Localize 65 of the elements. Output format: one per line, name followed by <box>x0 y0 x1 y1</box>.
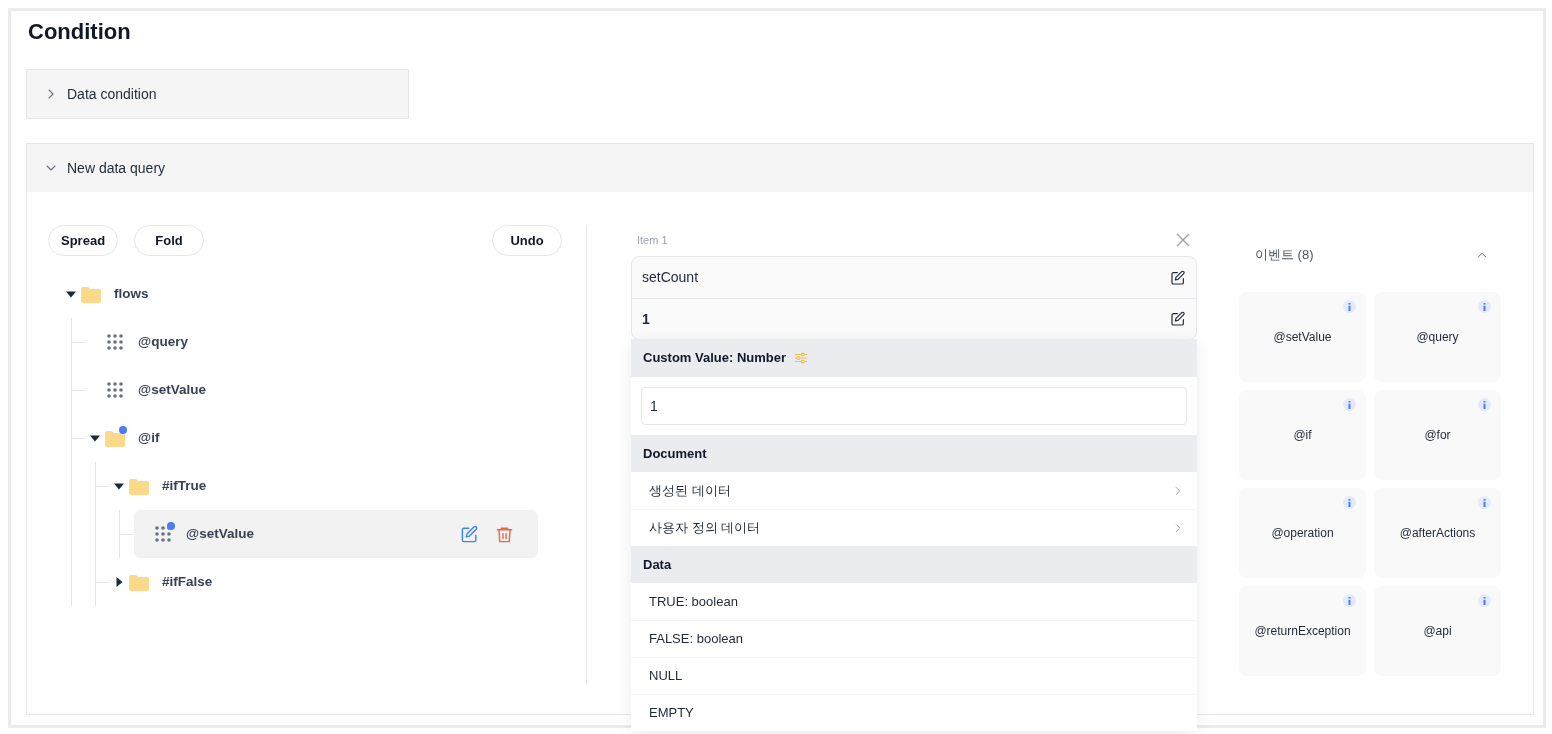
tree-label[interactable]: #ifFalse <box>162 571 213 593</box>
tree-label[interactable]: @query <box>138 331 188 353</box>
item-label: Item 1 <box>637 232 668 248</box>
menu-item[interactable]: FALSE: boolean <box>631 620 1197 657</box>
caret-icon[interactable] <box>66 289 76 299</box>
info-icon[interactable] <box>1343 594 1356 607</box>
drag-handle-icon[interactable] <box>155 526 171 542</box>
info-icon[interactable] <box>1343 496 1356 509</box>
accordion-header[interactable]: Data condition <box>27 70 408 118</box>
caret-icon[interactable] <box>114 577 124 587</box>
trash-icon[interactable] <box>495 524 514 544</box>
page-title: Condition <box>28 18 132 45</box>
section-header: Data <box>643 555 672 574</box>
info-icon[interactable] <box>1478 594 1491 607</box>
info-icon[interactable] <box>1343 300 1356 313</box>
info-icon[interactable] <box>1478 496 1491 509</box>
event-card[interactable]: @operation <box>1239 488 1366 578</box>
events-title: 이벤트 (8) <box>1255 246 1314 265</box>
tree-label[interactable]: #ifTrue <box>162 475 207 497</box>
field-value[interactable]: 1 <box>642 308 650 330</box>
toolbar-button[interactable]: Fold <box>134 225 205 256</box>
info-icon[interactable] <box>1478 398 1491 411</box>
tree-label[interactable]: @if <box>138 427 160 449</box>
folder-icon <box>105 429 125 447</box>
tree-label[interactable]: flows <box>114 283 149 305</box>
tree-row[interactable]: @if <box>86 414 538 462</box>
undo-button[interactable]: Undo <box>492 225 562 256</box>
event-card[interactable]: @if <box>1239 390 1366 480</box>
tree-row[interactable]: #ifTrue <box>110 462 538 510</box>
close-icon[interactable] <box>1175 232 1191 248</box>
tree-row[interactable]: flows <box>62 270 538 318</box>
tree-row[interactable]: @setValue <box>134 510 538 558</box>
folder-icon <box>129 477 149 495</box>
event-card[interactable]: @afterActions <box>1374 488 1501 578</box>
accordion-header[interactable]: New data query <box>27 144 1533 192</box>
field-value[interactable]: setCount <box>642 267 699 288</box>
menu-item[interactable]: NULL <box>631 657 1197 694</box>
caret-icon[interactable] <box>114 481 124 491</box>
folder-icon <box>81 285 101 303</box>
section-header: Document <box>643 444 707 463</box>
drag-handle-icon[interactable] <box>107 334 123 350</box>
value-input[interactable]: 1 <box>641 387 1187 425</box>
event-card[interactable]: @query <box>1374 292 1501 382</box>
edit-icon[interactable] <box>1170 311 1186 327</box>
tree-row[interactable]: #ifFalse <box>110 558 538 606</box>
folder-icon <box>129 573 149 591</box>
menu-item[interactable]: EMPTY <box>631 694 1197 731</box>
event-card[interactable]: @setValue <box>1239 292 1366 382</box>
sliders-icon[interactable] <box>794 351 809 365</box>
caret-icon[interactable] <box>90 433 100 443</box>
info-icon[interactable] <box>1343 398 1356 411</box>
event-card[interactable]: @api <box>1374 586 1501 676</box>
edit-icon[interactable] <box>1170 269 1186 286</box>
dropdown-header: Custom Value: Number <box>643 349 787 368</box>
tree-label[interactable]: @setValue <box>186 523 254 545</box>
drag-handle-icon[interactable] <box>107 382 123 398</box>
event-card[interactable]: @for <box>1374 390 1501 480</box>
tree-label[interactable]: @setValue <box>138 379 206 401</box>
menu-item[interactable]: 생성된 데이터 <box>631 472 1197 509</box>
menu-item[interactable]: TRUE: boolean <box>631 583 1197 620</box>
info-icon[interactable] <box>1478 300 1491 313</box>
tree-row[interactable]: @query <box>86 318 538 366</box>
toolbar-button[interactable]: Spread <box>48 225 119 256</box>
event-card[interactable]: @returnException <box>1239 586 1366 676</box>
tree-row[interactable]: @setValue <box>86 366 538 414</box>
